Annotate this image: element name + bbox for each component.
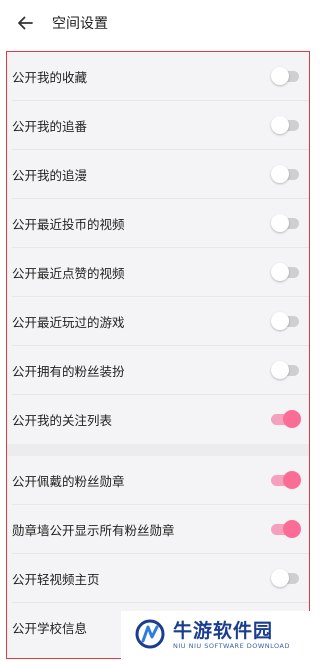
page-title: 空间设置: [52, 16, 108, 32]
setting-label: 公开学校信息: [12, 621, 88, 636]
setting-label: 公开拥有的粉丝装扮: [12, 364, 125, 379]
comic-follow-toggle[interactable]: [271, 165, 299, 183]
worn-medal-toggle[interactable]: [271, 471, 301, 489]
setting-label: 公开我的追番: [12, 119, 88, 134]
setting-row-coined-videos[interactable]: 公开最近投币的视频: [7, 199, 309, 248]
fan-decorations-toggle[interactable]: [271, 361, 299, 379]
anime-follow-toggle[interactable]: [271, 116, 299, 134]
setting-label: 公开佩戴的粉丝勋章: [12, 474, 125, 489]
watermark: 牛游软件园 NIU NIU SOFTWARE DOWNLOAD: [121, 611, 320, 661]
setting-label: 公开我的关注列表: [12, 413, 113, 428]
setting-label: 公开轻视频主页: [12, 572, 100, 587]
setting-row-medal-wall[interactable]: 勋章墙公开显示所有粉丝勋章: [7, 505, 309, 554]
setting-row-liked-videos[interactable]: 公开最近点赞的视频: [7, 248, 309, 297]
setting-row-light-video[interactable]: 公开轻视频主页: [7, 554, 309, 603]
favorites-toggle[interactable]: [271, 67, 299, 85]
watermark-name: 牛游软件园: [173, 620, 274, 642]
light-video-toggle[interactable]: [271, 569, 299, 587]
niuyou-logo-icon: [135, 619, 165, 649]
settings-list: 公开我的收藏 公开我的追番 公开我的追漫 公开最近投币的视频 公开最近点赞的视频…: [6, 51, 310, 659]
setting-label: 公开最近投币的视频: [12, 217, 125, 232]
medal-wall-toggle[interactable]: [271, 520, 301, 538]
setting-row-favorites[interactable]: 公开我的收藏: [7, 52, 309, 101]
setting-label: 公开我的收藏: [12, 70, 88, 85]
played-games-toggle[interactable]: [271, 312, 299, 330]
setting-row-comic-follow[interactable]: 公开我的追漫: [7, 150, 309, 199]
following-list-toggle[interactable]: [271, 410, 301, 428]
coined-videos-toggle[interactable]: [271, 214, 299, 232]
setting-label: 公开我的追漫: [12, 168, 88, 183]
section-divider: [7, 444, 309, 456]
setting-row-following-list[interactable]: 公开我的关注列表: [7, 395, 309, 444]
back-arrow-icon[interactable]: [17, 16, 33, 30]
setting-label: 公开最近玩过的游戏: [12, 315, 125, 330]
setting-label: 公开最近点赞的视频: [12, 266, 125, 281]
setting-row-anime-follow[interactable]: 公开我的追番: [7, 101, 309, 150]
top-bar: 空间设置: [0, 0, 320, 47]
watermark-subtitle: NIU NIU SOFTWARE DOWNLOAD: [173, 642, 291, 650]
setting-row-worn-medal[interactable]: 公开佩戴的粉丝勋章: [7, 456, 309, 505]
setting-row-played-games[interactable]: 公开最近玩过的游戏: [7, 297, 309, 346]
setting-row-fan-decorations[interactable]: 公开拥有的粉丝装扮: [7, 346, 309, 395]
setting-label: 勋章墙公开显示所有粉丝勋章: [12, 523, 175, 538]
liked-videos-toggle[interactable]: [271, 263, 299, 281]
